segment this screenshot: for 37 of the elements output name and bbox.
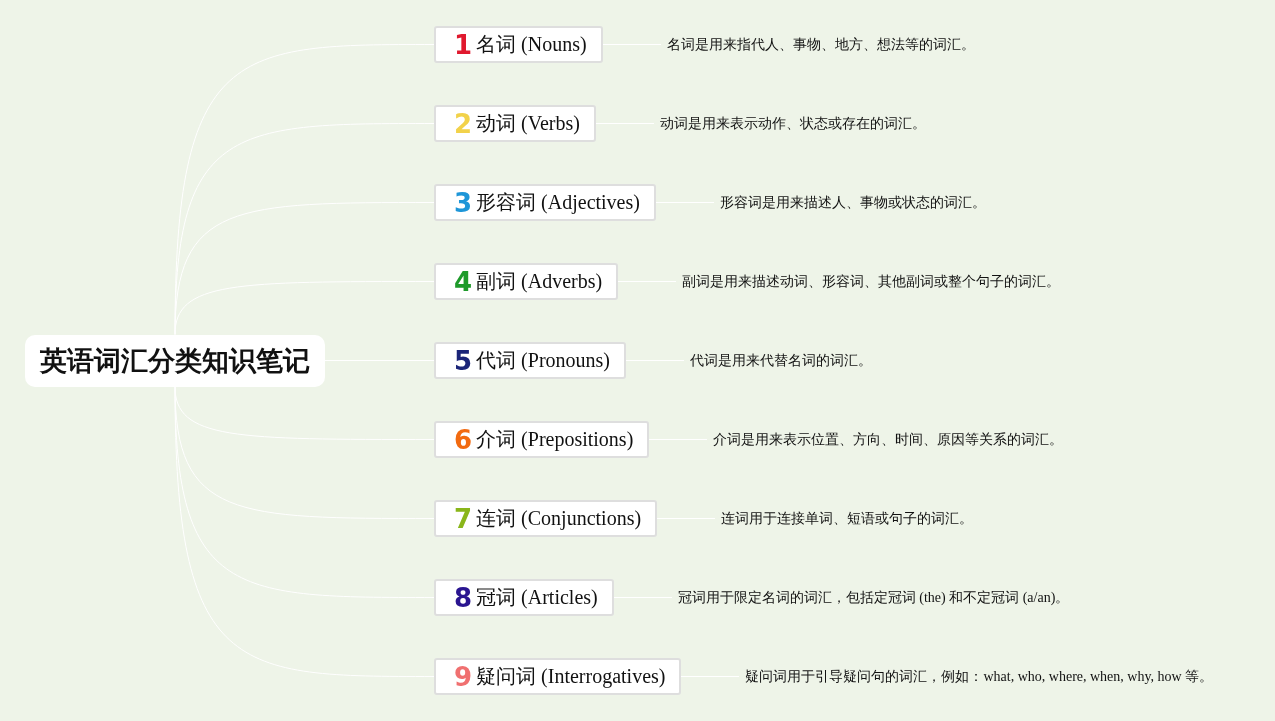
topic-label: 形容词 (Adjectives): [476, 190, 640, 216]
branch-topic[interactable]: 7 连词 (Conjunctions): [434, 500, 658, 537]
number-marker: 7: [454, 505, 473, 532]
number-marker: 6: [454, 426, 473, 453]
subtopic-text[interactable]: 介词是用来表示位置、方向、时间、原因等关系的词汇。: [713, 430, 1064, 449]
number-marker: 5: [454, 347, 473, 374]
branch-topic[interactable]: 4 副词 (Adverbs): [434, 263, 619, 300]
subtopic-text[interactable]: 疑问词用于引导疑问句的词汇，例如：what, who, where, when, why, how 等。: [745, 667, 1214, 686]
number-marker: 3: [454, 189, 473, 216]
branch-topic[interactable]: 6 介词 (Prepositions): [434, 421, 650, 458]
subtopic-text[interactable]: 动词是用来表示动作、状态或存在的词汇。: [659, 114, 926, 133]
topic-label: 疑问词 (Interrogatives): [476, 664, 666, 690]
number-marker: 9: [454, 663, 473, 690]
number-marker: 4: [454, 268, 473, 295]
topic-label: 连词 (Conjunctions): [476, 506, 642, 532]
subtopic-text[interactable]: 冠词用于限定名词的词汇，包括定冠词 (the) 和不定冠词 (a/an)。: [677, 588, 1070, 607]
topic-label: 名词 (Nouns): [476, 32, 587, 58]
topic-label: 副词 (Adverbs): [476, 269, 603, 295]
branch-topic[interactable]: 8 冠词 (Articles): [434, 579, 614, 616]
branch-topic[interactable]: 9 疑问词 (Interrogatives): [434, 658, 682, 695]
subtopic-text[interactable]: 代词是用来代替名词的词汇。: [690, 351, 872, 370]
number-marker: 8: [454, 584, 473, 611]
topic-label: 动词 (Verbs): [476, 111, 580, 137]
subtopic-text[interactable]: 连词用于连接单词、短语或句子的词汇。: [721, 509, 974, 528]
subtopic-text[interactable]: 副词是用来描述动词、形容词、其他副词或整个句子的词汇。: [682, 272, 1061, 291]
topic-label: 介词 (Prepositions): [476, 427, 634, 453]
branch-topic[interactable]: 3 形容词 (Adjectives): [434, 184, 656, 221]
branch-topic[interactable]: 5 代词 (Pronouns): [434, 342, 626, 379]
root-topic[interactable]: 英语词汇分类知识笔记: [25, 334, 325, 387]
subtopic-text[interactable]: 名词是用来指代人、事物、地方、想法等的词汇。: [666, 35, 975, 54]
topic-label: 冠词 (Articles): [476, 585, 598, 611]
subtopic-text[interactable]: 形容词是用来描述人、事物或状态的词汇。: [719, 193, 986, 212]
number-marker: 2: [454, 110, 473, 137]
branch-topic[interactable]: 2 动词 (Verbs): [434, 105, 596, 142]
topic-label: 代词 (Pronouns): [476, 348, 610, 374]
branch-topic[interactable]: 1 名词 (Nouns): [434, 26, 603, 63]
number-marker: 1: [454, 31, 473, 58]
